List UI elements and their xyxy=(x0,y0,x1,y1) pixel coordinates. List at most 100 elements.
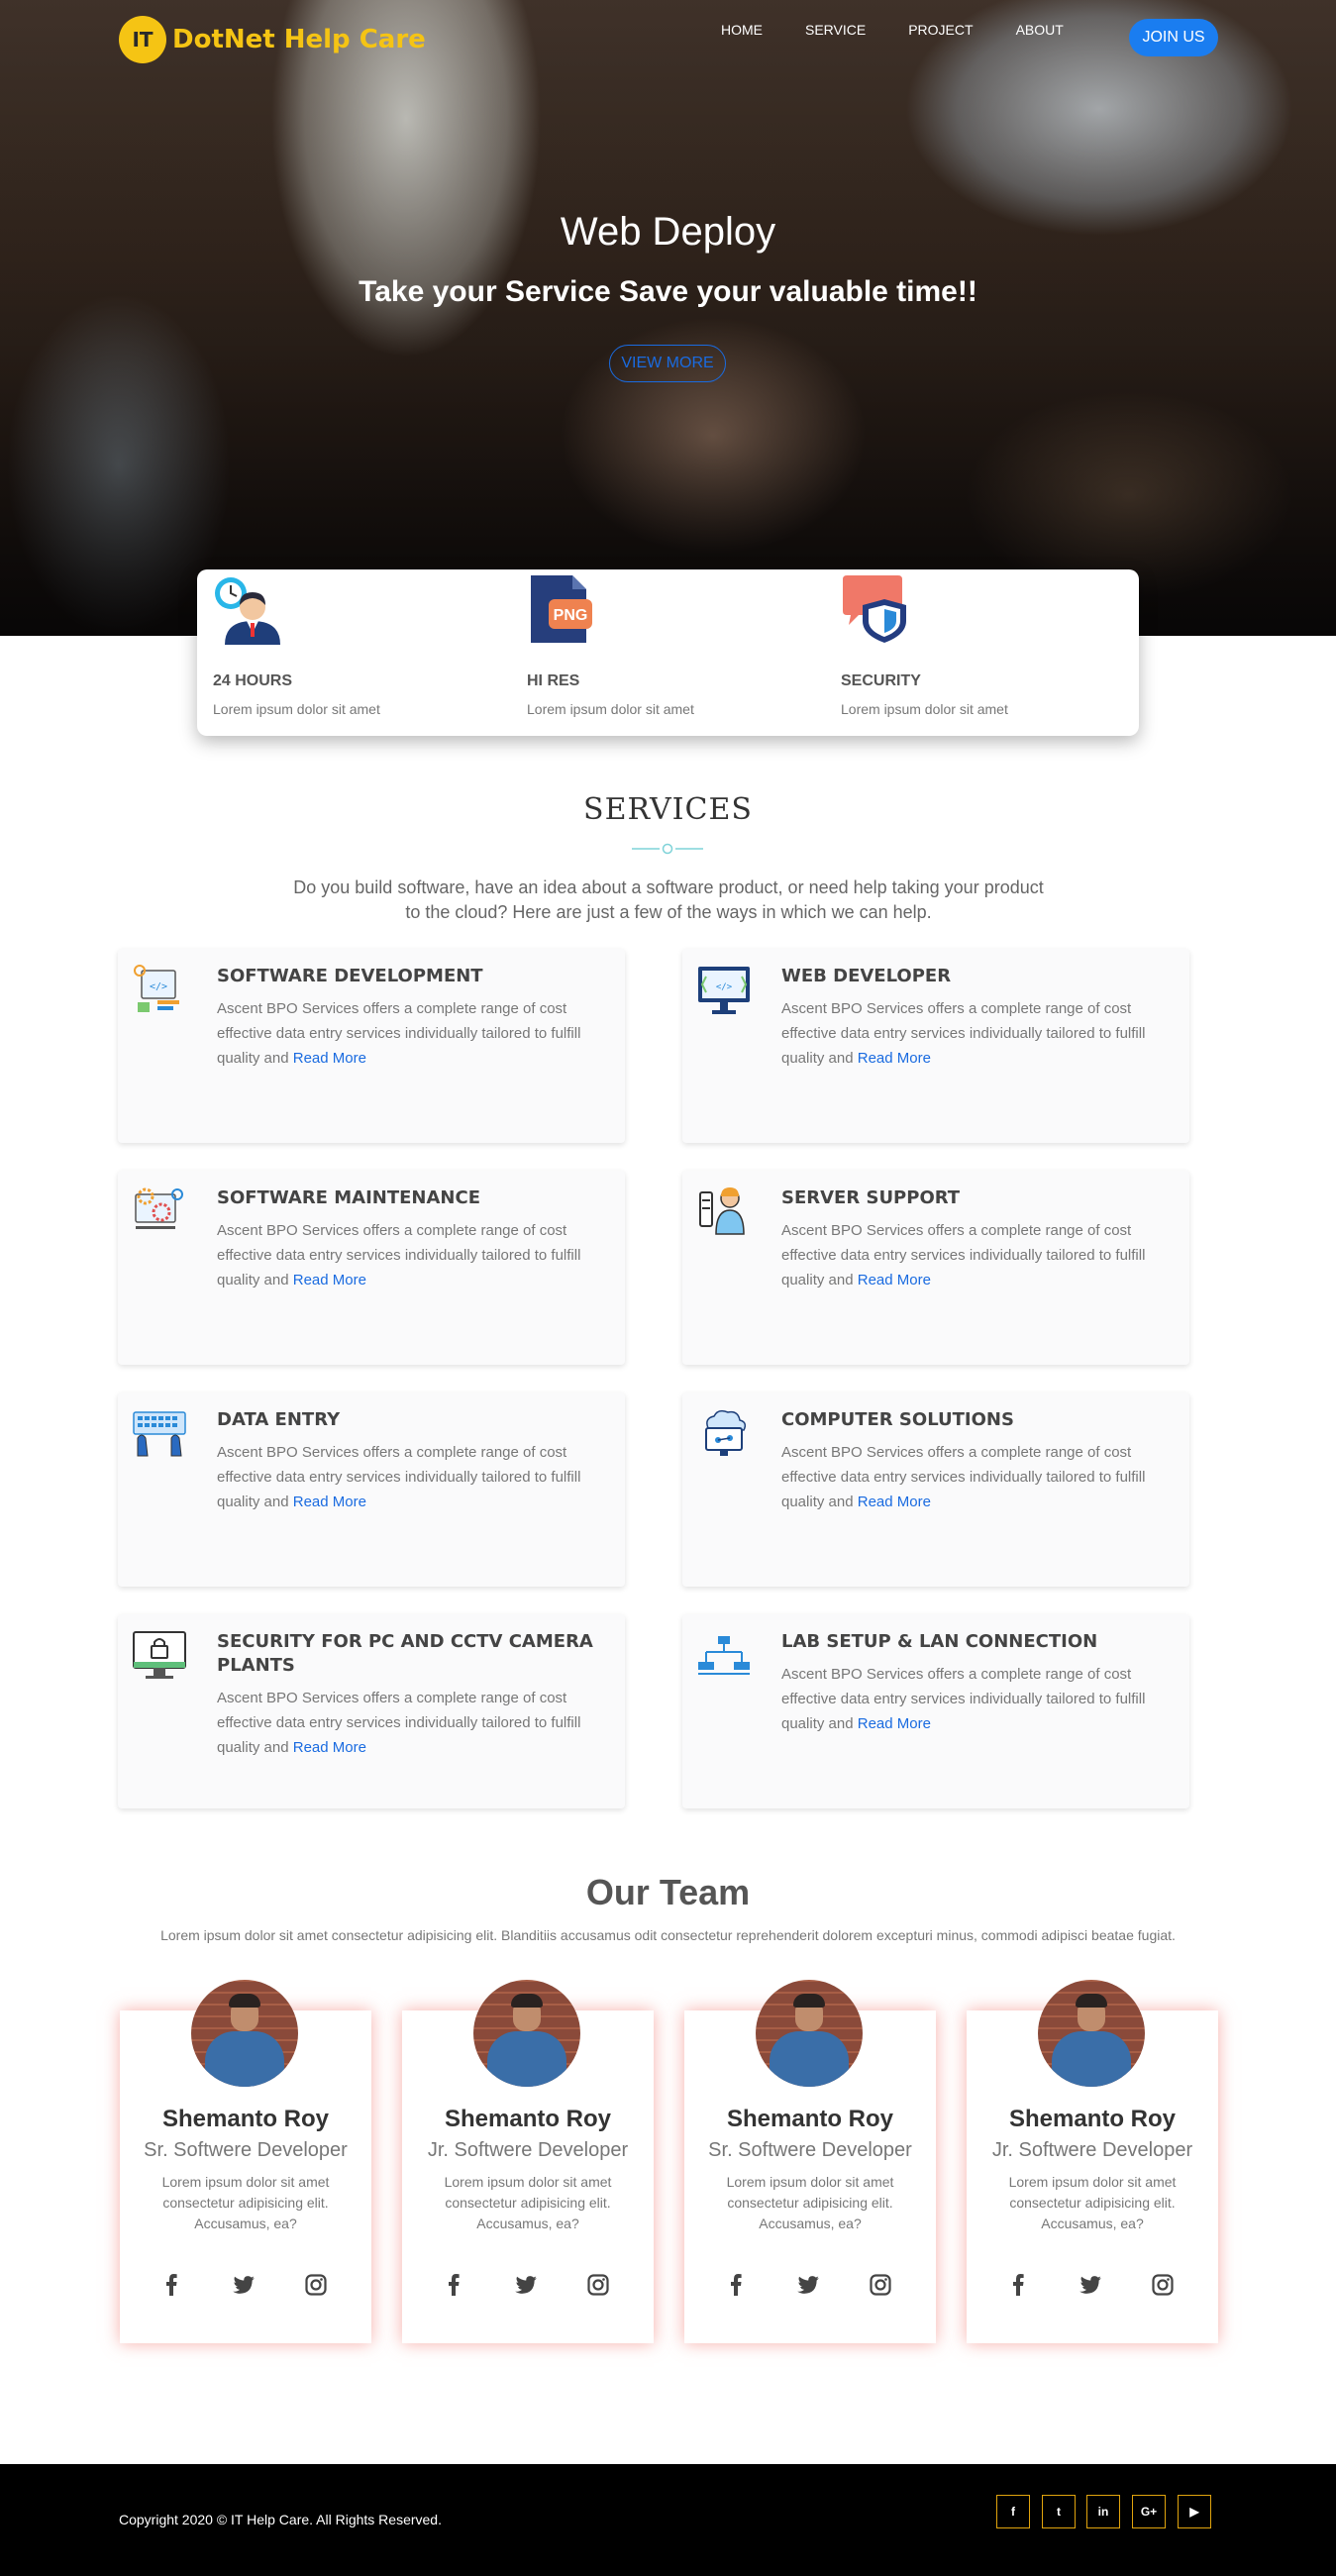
service-description: Ascent BPO Services offers a complete ra… xyxy=(781,1000,1146,1067)
service-card-server-support: SERVER SUPPORT Ascent BPO Services offer… xyxy=(682,1171,1189,1365)
feature-text: Lorem ipsum dolor sit amet xyxy=(527,701,694,717)
service-card-security-cctv: SECURITY FOR PC AND CCTV CAMERA PLANTS A… xyxy=(118,1614,625,1808)
member-socials xyxy=(120,2270,371,2300)
service-card-lab-setup-lan: LAB SETUP & LAN CONNECTION Ascent BPO Se… xyxy=(682,1614,1189,1808)
facebook-icon[interactable] xyxy=(156,2270,186,2300)
member-role: Sr. Softwere Developer xyxy=(144,2139,348,2161)
twitter-icon[interactable] xyxy=(511,2270,541,2300)
view-more-button[interactable]: VIEW MORE xyxy=(609,345,726,382)
service-title: SOFTWARE MAINTENANCE xyxy=(217,1187,480,1208)
instagram-icon[interactable] xyxy=(301,2270,331,2300)
software-development-icon: </> xyxy=(134,965,179,1012)
service-title: SECURITY FOR PC AND CCTV CAMERA PLANTS xyxy=(217,1631,593,1676)
software-maintenance-icon xyxy=(135,1187,183,1229)
service-description: Ascent BPO Services offers a complete ra… xyxy=(217,1444,581,1510)
service-description: Ascent BPO Services offers a complete ra… xyxy=(781,1666,1146,1732)
facebook-icon[interactable] xyxy=(1003,2270,1033,2300)
twitter-icon[interactable] xyxy=(229,2270,258,2300)
logo-icon: IT xyxy=(119,16,166,63)
security-monitor-icon xyxy=(133,1631,186,1679)
instagram-icon[interactable] xyxy=(1148,2270,1178,2300)
facebook-icon[interactable] xyxy=(439,2270,468,2300)
nav-service[interactable]: SERVICE xyxy=(805,22,866,38)
instagram-icon[interactable] xyxy=(866,2270,895,2300)
computer-solutions-icon xyxy=(705,1409,747,1456)
svg-text:PNG: PNG xyxy=(554,607,588,624)
twitter-icon[interactable] xyxy=(1076,2270,1105,2300)
feature-24-hours: 24 HOURS Lorem ipsum dolor sit amet xyxy=(197,569,494,736)
member-name: Shemanto Roy xyxy=(1008,2106,1177,2132)
feature-title: 24 HOURS xyxy=(213,672,293,689)
services-title: SERVICES xyxy=(583,792,753,827)
nav-about[interactable]: ABOUT xyxy=(1016,22,1064,38)
read-more-link[interactable]: Read More xyxy=(293,1050,366,1067)
member-socials xyxy=(967,2270,1218,2300)
read-more-link[interactable]: Read More xyxy=(293,1739,366,1756)
member-role: Sr. Softwere Developer xyxy=(708,2139,912,2161)
feature-text: Lorem ipsum dolor sit amet xyxy=(213,701,380,717)
nav-home[interactable]: HOME xyxy=(721,22,763,38)
linkedin-icon[interactable]: in xyxy=(1086,2495,1120,2528)
join-us-button[interactable]: JOIN US xyxy=(1129,19,1218,56)
copyright-text: Copyright 2020 © IT Help Care. All Right… xyxy=(119,2512,442,2527)
service-card-software-maintenance: SOFTWARE MAINTENANCE Ascent BPO Services… xyxy=(118,1171,625,1365)
team-member-card: Shemanto Roy Sr. Softwere Developer Lore… xyxy=(120,1980,371,2343)
read-more-link[interactable]: Read More xyxy=(293,1272,366,1288)
member-name: Shemanto Roy xyxy=(161,2106,330,2132)
feature-title: HI RES xyxy=(527,672,580,689)
service-description: Ascent BPO Services offers a complete ra… xyxy=(217,1690,581,1756)
member-description: Lorem ipsum dolor sit amet consectetur a… xyxy=(726,2174,894,2231)
server-support-icon xyxy=(699,1187,745,1235)
youtube-icon[interactable]: ▶ xyxy=(1178,2495,1211,2528)
avatar xyxy=(756,1980,863,2087)
team-intro: Lorem ipsum dolor sit amet consectetur a… xyxy=(160,1927,1176,1943)
service-description: Ascent BPO Services offers a complete ra… xyxy=(781,1222,1146,1288)
read-more-link[interactable]: Read More xyxy=(293,1494,366,1510)
svg-text:</>: </> xyxy=(716,982,733,992)
instagram-icon[interactable] xyxy=(583,2270,613,2300)
nav-project[interactable]: PROJECT xyxy=(908,22,973,38)
hero-banner: IT DotNet Help Care HOME SERVICE PROJECT… xyxy=(0,0,1336,636)
read-more-link[interactable]: Read More xyxy=(858,1494,931,1510)
service-card-data-entry: DATA ENTRY Ascent BPO Services offers a … xyxy=(118,1392,625,1587)
twitter-icon[interactable] xyxy=(793,2270,823,2300)
member-name: Shemanto Roy xyxy=(726,2106,894,2132)
hero-subtitle: Take your Service Save your valuable tim… xyxy=(359,275,977,308)
facebook-icon[interactable]: f xyxy=(996,2495,1030,2528)
team-member-card: Shemanto Roy Jr. Softwere Developer Lore… xyxy=(402,1980,654,2343)
facebook-icon[interactable] xyxy=(721,2270,751,2300)
service-title: COMPUTER SOLUTIONS xyxy=(781,1409,1014,1430)
service-title: WEB DEVELOPER xyxy=(781,966,952,986)
feature-title: SECURITY xyxy=(841,672,921,689)
team-title: Our Team xyxy=(585,1872,751,1912)
service-title: LAB SETUP & LAN CONNECTION xyxy=(781,1631,1098,1652)
member-name: Shemanto Roy xyxy=(444,2106,612,2132)
features-box: 24 HOURS Lorem ipsum dolor sit amet PNG … xyxy=(197,569,1139,736)
member-description: Lorem ipsum dolor sit amet consectetur a… xyxy=(161,2174,330,2231)
service-description: Ascent BPO Services offers a complete ra… xyxy=(781,1444,1146,1510)
site-logo[interactable]: IT DotNet Help Care xyxy=(119,16,426,63)
feature-security: SECURITY Lorem ipsum dolor sit amet xyxy=(825,569,1122,736)
twitter-icon[interactable]: t xyxy=(1042,2495,1076,2528)
service-title: DATA ENTRY xyxy=(217,1409,341,1430)
team-member-card: Shemanto Roy Sr. Softwere Developer Lore… xyxy=(684,1980,936,2343)
hero-title: Web Deploy xyxy=(560,210,776,254)
read-more-link[interactable]: Read More xyxy=(858,1272,931,1288)
services-intro: Do you build software, have an idea abou… xyxy=(293,877,1044,922)
feature-hi-res: PNG HI RES Lorem ipsum dolor sit amet xyxy=(511,569,808,736)
member-role: Jr. Softwere Developer xyxy=(991,2139,1193,2161)
avatar xyxy=(1038,1980,1145,2087)
avatar xyxy=(191,1980,298,2087)
service-title: SOFTWARE DEVELOPMENT xyxy=(217,966,483,986)
read-more-link[interactable]: Read More xyxy=(858,1715,931,1732)
google-plus-icon[interactable]: G+ xyxy=(1132,2495,1166,2528)
title-divider-icon xyxy=(632,843,703,855)
service-card-software-development: </> SOFTWARE DEVELOPMENT Ascent BPO Serv… xyxy=(118,949,625,1143)
service-card-web-developer: </> WEB DEVELOPER Ascent BPO Services of… xyxy=(682,949,1189,1143)
hero-overlay xyxy=(0,0,1336,636)
read-more-link[interactable]: Read More xyxy=(858,1050,931,1067)
member-socials xyxy=(684,2270,936,2300)
service-description: Ascent BPO Services offers a complete ra… xyxy=(217,1000,581,1067)
web-developer-icon: </> xyxy=(698,967,750,1014)
main-nav: HOME SERVICE PROJECT ABOUT xyxy=(721,22,1106,38)
